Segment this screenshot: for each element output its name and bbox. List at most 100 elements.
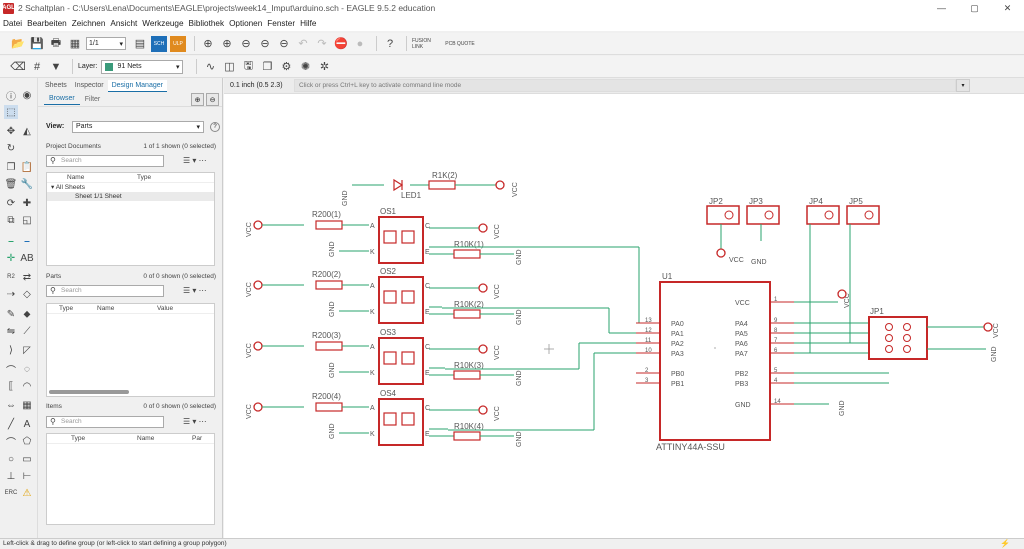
- pin-icon[interactable]: ◫: [221, 59, 237, 75]
- spacing-icon[interactable]: ⇔: [4, 398, 18, 412]
- split-icon[interactable]: ⧉: [4, 213, 18, 227]
- junction-icon[interactable]: ✛: [4, 251, 18, 265]
- panel-tab[interactable]: Design Manager: [107, 80, 167, 92]
- text-icon[interactable]: A: [20, 417, 34, 431]
- change-icon[interactable]: ◇: [20, 287, 34, 301]
- copy-icon-2[interactable]: ❐: [4, 160, 18, 174]
- search-input[interactable]: Search: [46, 285, 164, 297]
- copy-icon[interactable]: ❐: [259, 59, 275, 75]
- sheet-select[interactable]: 1/1 ▾: [86, 37, 126, 50]
- scrollbar[interactable]: [49, 390, 129, 394]
- subtab[interactable]: Browser: [44, 93, 80, 105]
- bug-icon[interactable]: ✲: [316, 59, 332, 75]
- view-select[interactable]: Parts ▾: [72, 121, 204, 133]
- polygon-icon[interactable]: ⬠: [20, 434, 34, 448]
- redo-icon[interactable]: ↷: [314, 36, 330, 52]
- grid-icon[interactable]: #: [29, 59, 45, 75]
- zoom-in-icon[interactable]: ⊕: [219, 36, 235, 52]
- menu-item[interactable]: Datei: [3, 19, 22, 28]
- pin-grid-icon[interactable]: ▦: [20, 398, 34, 412]
- command-dropdown-icon[interactable]: ▾: [956, 79, 970, 92]
- go-icon[interactable]: ●: [352, 36, 368, 52]
- sch-icon[interactable]: SCH: [151, 35, 167, 52]
- settings-icon[interactable]: ✺: [297, 59, 313, 75]
- pinswap-icon[interactable]: ⇋: [4, 324, 18, 338]
- show-icon[interactable]: ◉: [20, 88, 34, 102]
- paste-icon[interactable]: 📋: [20, 160, 34, 174]
- group-icon[interactable]: ⬚: [4, 105, 18, 119]
- circle-icon[interactable]: ○: [4, 452, 18, 466]
- gate-icon[interactable]: ✚: [20, 196, 34, 210]
- replace-icon[interactable]: ⟳: [4, 196, 18, 210]
- wire-icon[interactable]: ╱: [4, 417, 18, 431]
- bus-icon[interactable]: ⎯: [20, 234, 34, 248]
- zoom-select-icon[interactable]: ⊖: [257, 36, 273, 52]
- erc-icon[interactable]: ERC: [4, 486, 18, 500]
- pcb-quote-button[interactable]: PCB QUOTE: [445, 36, 475, 52]
- menu-item[interactable]: Bearbeiten: [27, 19, 67, 28]
- net-icon[interactable]: ⎯: [4, 234, 18, 248]
- info-icon[interactable]: ⓘ: [4, 88, 18, 103]
- erc-arrow-icon[interactable]: ⟩: [4, 343, 18, 357]
- circle-dashed-icon[interactable]: ◌: [20, 362, 34, 376]
- zoom-out-panel-icon[interactable]: ⊖: [206, 93, 219, 106]
- undo-icon[interactable]: ↶: [295, 36, 311, 52]
- schematic-drawing[interactable]: GNDR1K(2)VCCLED1VCCR200(1)GNDOS1AKCEVCCR…: [224, 94, 1024, 538]
- layer-select[interactable]: 91 Nets ▾: [101, 59, 184, 74]
- zoom-out-icon[interactable]: ⊖: [238, 36, 254, 52]
- help-icon[interactable]: ?: [210, 122, 220, 132]
- menu-item[interactable]: Bibliothek: [189, 19, 225, 28]
- eraser-icon[interactable]: ⌫: [10, 59, 26, 75]
- zoom-in-panel-icon[interactable]: ⊕: [191, 93, 204, 106]
- optimize-icon[interactable]: ⟋: [20, 324, 34, 338]
- maximize-icon[interactable]: ▢: [958, 0, 991, 16]
- delete-icon[interactable]: 🗑: [4, 177, 18, 191]
- menu-item[interactable]: Zeichnen: [72, 19, 106, 28]
- wrench-icon[interactable]: 🔧: [20, 177, 34, 191]
- arc-icon[interactable]: ◠: [20, 379, 34, 393]
- menu-item[interactable]: Hilfe: [300, 19, 316, 28]
- open-icon[interactable]: 📂: [10, 36, 26, 52]
- menu-item[interactable]: Optionen: [229, 19, 262, 28]
- board-icon[interactable]: ▤: [132, 36, 148, 52]
- component-icon[interactable]: ⚙: [278, 59, 294, 75]
- sheet-icon[interactable]: ▦: [67, 36, 83, 52]
- move-icon[interactable]: ✥: [4, 124, 18, 138]
- dimension-icon[interactable]: ⊢: [20, 469, 34, 483]
- search-input[interactable]: Search: [46, 416, 164, 428]
- minimize-icon[interactable]: —: [925, 0, 958, 16]
- zoom-fit-icon[interactable]: ⊕: [200, 36, 216, 52]
- schematic-canvas[interactable]: 0.1 inch (0.5 2.3) Click or press Ctrl+L…: [224, 78, 1024, 538]
- menu-item[interactable]: Werkzeuge: [142, 19, 183, 28]
- wire-bend-icon[interactable]: ∿: [202, 59, 218, 75]
- close-icon[interactable]: ✕: [991, 0, 1024, 16]
- list-view-icon[interactable]: ☰ ▾ ⋯: [183, 417, 207, 426]
- name-icon[interactable]: ⇄: [20, 270, 34, 284]
- rect-icon[interactable]: ▭: [20, 452, 34, 466]
- save-icon-2[interactable]: 🖫: [240, 59, 256, 75]
- panel-tab[interactable]: Inspector: [71, 80, 108, 92]
- value-icon[interactable]: R2: [4, 270, 18, 284]
- mirror-icon[interactable]: ◭: [20, 124, 34, 138]
- menu-item[interactable]: Ansicht: [110, 19, 137, 28]
- print-icon[interactable]: 🖶: [48, 36, 64, 52]
- attribute-icon[interactable]: ✎: [4, 307, 18, 321]
- list-view-icon[interactable]: ☰ ▾ ⋯: [183, 286, 207, 295]
- warning-icon[interactable]: ⚠: [20, 486, 34, 500]
- panel-tab[interactable]: Sheets: [41, 80, 71, 92]
- zoom-last-icon[interactable]: ⊖: [276, 36, 292, 52]
- help-icon[interactable]: ?: [382, 36, 398, 52]
- subtab[interactable]: Filter: [80, 94, 106, 105]
- invoke-icon[interactable]: ◱: [20, 213, 34, 227]
- tag-icon[interactable]: ⬥: [20, 307, 34, 321]
- search-input[interactable]: Search: [46, 155, 164, 167]
- command-line-input[interactable]: Click or press Ctrl+L key to activate co…: [294, 79, 956, 92]
- filter-icon[interactable]: ▼: [48, 59, 64, 75]
- fusion-link-button[interactable]: FUSION LINK: [412, 36, 442, 52]
- label-icon[interactable]: AB: [20, 251, 34, 265]
- list-view-icon[interactable]: ☰ ▾ ⋯: [183, 156, 207, 165]
- stop-icon[interactable]: ⛔: [333, 36, 349, 52]
- rotate-icon[interactable]: ↻: [4, 141, 18, 155]
- menu-item[interactable]: Fenster: [267, 19, 295, 28]
- tree-row[interactable]: Sheet 1/1 Sheet: [47, 192, 214, 201]
